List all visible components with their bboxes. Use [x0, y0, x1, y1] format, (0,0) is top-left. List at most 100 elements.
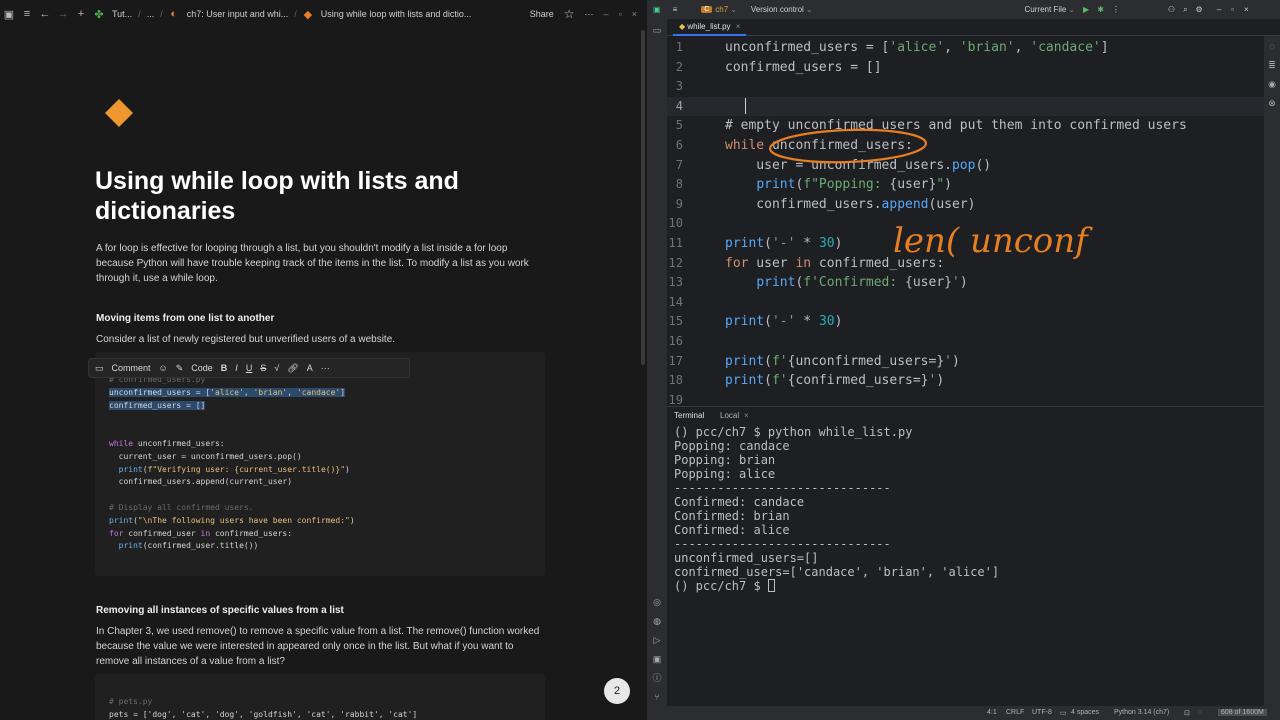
- python-interpreter[interactable]: Python 3.14 (ch7): [1114, 709, 1169, 716]
- left-tool-strip: ▭ ◎ ◍ ▷ ▣ ⓘ ⑂: [647, 19, 667, 709]
- underline-button[interactable]: U: [246, 363, 253, 373]
- pycharm-logo-icon[interactable]: ▣: [653, 5, 661, 14]
- indent-setting[interactable]: 4 spaces: [1071, 709, 1099, 716]
- strikethrough-button[interactable]: S: [260, 363, 266, 373]
- bold-button[interactable]: B: [221, 363, 228, 373]
- database-icon[interactable]: ≣: [1267, 60, 1277, 70]
- terminal-prompt: () pcc/ch7 $: [674, 579, 768, 593]
- close-icon[interactable]: ×: [1244, 5, 1249, 14]
- terminal-line: confirmed_users=['candace', 'brian', 'al…: [674, 565, 1000, 579]
- chevron-down-icon: ⌄: [1068, 5, 1076, 14]
- back-arrow-icon[interactable]: ←: [36, 8, 54, 20]
- terminal-line: Confirmed: candace: [674, 495, 805, 509]
- text-caret: [745, 98, 746, 114]
- project-tool-icon[interactable]: ▭: [652, 25, 662, 35]
- lock-icon[interactable]: ⊡: [1184, 709, 1190, 717]
- scrollbar[interactable]: [641, 30, 645, 365]
- minimize-icon[interactable]: –: [1217, 5, 1221, 14]
- python-packages-icon[interactable]: ◎: [652, 597, 662, 607]
- section-heading[interactable]: Removing all instances of specific value…: [96, 605, 344, 616]
- assistant-avatar-button[interactable]: 2: [604, 678, 630, 704]
- terminal-line: Popping: candace: [674, 439, 790, 453]
- run-icon[interactable]: ▶: [1083, 5, 1089, 14]
- comment-icon[interactable]: ▭: [95, 363, 104, 374]
- maximize-icon[interactable]: ▫: [1231, 5, 1234, 14]
- comment-button[interactable]: Comment: [112, 363, 151, 373]
- project-badge-icon: C: [701, 6, 713, 13]
- breadcrumb-item[interactable]: Tut...: [112, 9, 132, 19]
- local-tab[interactable]: Local: [720, 411, 739, 420]
- favorite-star-icon[interactable]: ☆: [564, 7, 575, 21]
- cursor-position[interactable]: 4:1: [987, 709, 997, 716]
- breadcrumb-item[interactable]: ...: [147, 9, 155, 19]
- terminal-tab[interactable]: Terminal: [674, 411, 704, 420]
- ai-assistant-icon[interactable]: ⊗: [1267, 98, 1277, 108]
- intro-paragraph[interactable]: A for loop is effective for looping thro…: [96, 241, 536, 286]
- code-line: pets = ['dog', 'cat', 'dog', 'goldfish',…: [109, 709, 418, 719]
- edit-icon[interactable]: ✎: [176, 363, 184, 374]
- emoji-icon[interactable]: ☺: [159, 363, 168, 373]
- add-page-icon[interactable]: +: [72, 8, 90, 20]
- sciview-icon[interactable]: ◉: [1267, 79, 1277, 89]
- project-selector[interactable]: ch7: [715, 5, 728, 14]
- python-console-icon[interactable]: ◍: [652, 616, 662, 626]
- equation-icon[interactable]: √: [274, 363, 279, 373]
- terminal-tool-icon[interactable]: ▣: [652, 654, 662, 664]
- code-dropdown[interactable]: Code: [191, 363, 213, 373]
- notion-window: ▣ ≡ ← → + ✤ Tut... / ... / ◐ ch7: User i…: [0, 0, 645, 720]
- more-options-button[interactable]: ···: [321, 363, 330, 373]
- planet-icon: ◐: [170, 8, 178, 20]
- pycharm-window: ▣ ≡ C ch7 ⌄ Version control ⌄ Current Fi…: [647, 0, 1280, 720]
- account-icon[interactable]: ⚇: [1168, 5, 1175, 14]
- link-icon[interactable]: 🔗︎: [287, 363, 298, 374]
- terminal-cursor: [767, 579, 775, 592]
- maximize-icon[interactable]: ▫: [619, 9, 622, 19]
- forward-arrow-icon[interactable]: →: [54, 8, 72, 20]
- code-block[interactable]: # confirmed_users.py unconfirmed_users =…: [95, 352, 545, 576]
- git-icon[interactable]: ⑂: [652, 692, 662, 702]
- section-paragraph[interactable]: Consider a list of newly registered but …: [96, 332, 536, 347]
- status-bar: 4:1 CRLF UTF-8 ▭ 4 spaces Python 3.14 (c…: [647, 706, 1280, 720]
- services-icon[interactable]: ▷: [652, 635, 662, 645]
- page-diamond-icon[interactable]: [104, 98, 134, 128]
- breadcrumb-item-current[interactable]: Using while loop with lists and dictio..…: [321, 9, 472, 19]
- format-toolbar: ▭ Comment ☺ ✎ Code B I U S √ 🔗︎ A ···: [88, 358, 410, 378]
- code-editor[interactable]: 1 unconfirmed_users = ['alice', 'brian', …: [667, 36, 1264, 406]
- section-heading[interactable]: Moving items from one list to another: [96, 313, 274, 324]
- problems-icon[interactable]: ⓘ: [652, 673, 662, 683]
- code-block-content[interactable]: # confirmed_users.py unconfirmed_users =…: [109, 374, 355, 553]
- memory-indicator[interactable]: 608 of 1600M: [1218, 709, 1267, 716]
- terminal-line: Confirmed: brian: [674, 509, 790, 523]
- minimize-icon[interactable]: –: [604, 9, 609, 19]
- more-options-icon[interactable]: ···: [585, 9, 594, 19]
- terminal-output[interactable]: () pcc/ch7 $ python while_list.py Poppin…: [667, 423, 1264, 708]
- menu-icon[interactable]: ≡: [18, 8, 36, 20]
- bulb-icon[interactable]: ◌: [1198, 709, 1202, 716]
- editor-tab-bar: ◆ while_list.py ×: [667, 19, 1280, 36]
- search-icon[interactable]: ⌕: [1183, 5, 1187, 15]
- close-icon[interactable]: ×: [632, 9, 637, 19]
- file-encoding[interactable]: UTF-8: [1032, 709, 1052, 716]
- debug-icon[interactable]: ✱: [1097, 5, 1104, 14]
- page-title[interactable]: Using while loop with lists and dictiona…: [95, 166, 555, 226]
- more-actions-icon[interactable]: ⋮: [1112, 5, 1120, 14]
- terminal-line: () pcc/ch7 $ python while_list.py: [674, 425, 913, 439]
- pycharm-titlebar: ▣ ≡ C ch7 ⌄ Version control ⌄ Current Fi…: [647, 0, 1280, 19]
- text-color-button[interactable]: A: [307, 363, 313, 373]
- line-separator[interactable]: CRLF: [1006, 709, 1024, 716]
- section-paragraph[interactable]: In Chapter 3, we used remove() to remove…: [96, 624, 541, 669]
- main-menu-icon[interactable]: ≡: [673, 5, 678, 14]
- editor-tab-while-list[interactable]: ◆ while_list.py ×: [673, 20, 747, 36]
- run-config-selector[interactable]: Current File: [1025, 5, 1067, 14]
- settings-gear-icon[interactable]: ⚙: [1196, 5, 1203, 14]
- breadcrumb-item[interactable]: ch7: User input and whi...: [187, 9, 289, 19]
- code-block[interactable]: # pets.py pets = ['dog', 'cat', 'dog', '…: [95, 674, 545, 720]
- version-control-menu[interactable]: Version control: [751, 5, 804, 14]
- close-tab-icon[interactable]: ×: [736, 22, 741, 31]
- terminal-line: ------------------------------: [674, 537, 891, 551]
- italic-button[interactable]: I: [235, 363, 238, 373]
- notifications-icon[interactable]: ◌: [1267, 41, 1277, 51]
- close-tab-icon[interactable]: ×: [744, 411, 749, 420]
- notion-logo-icon[interactable]: ▣: [0, 8, 18, 21]
- share-button[interactable]: Share: [530, 9, 554, 19]
